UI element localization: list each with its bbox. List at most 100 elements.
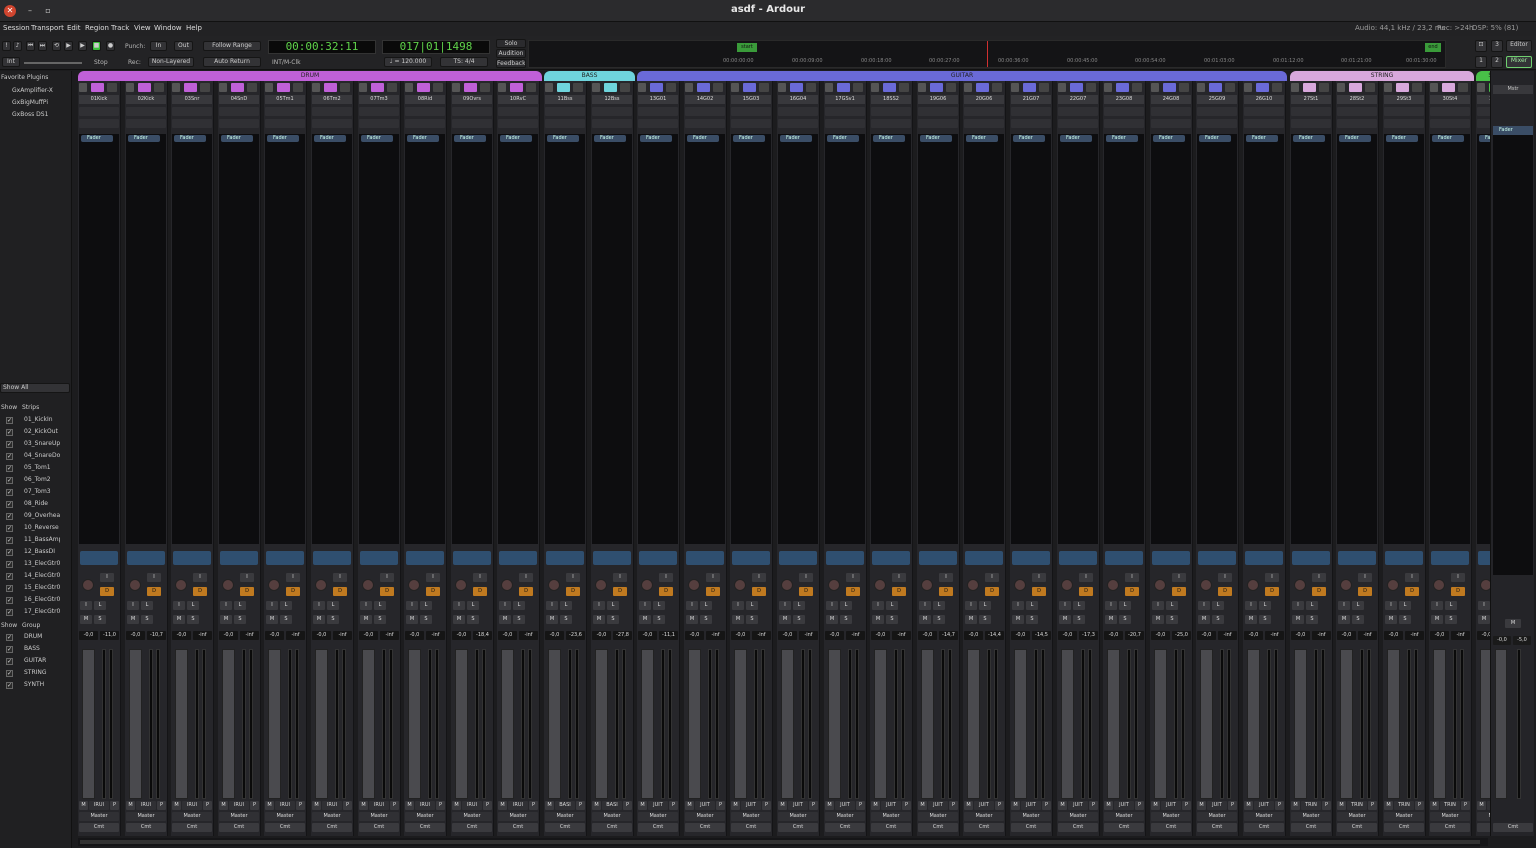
panner[interactable] [593, 551, 631, 565]
comment-button[interactable]: Cmt [1384, 823, 1424, 832]
record-arm-button[interactable] [837, 83, 850, 92]
processor-box[interactable] [1337, 134, 1377, 544]
port-button[interactable]: P [576, 801, 585, 810]
trim-knob[interactable] [175, 579, 187, 591]
panner[interactable] [220, 551, 258, 565]
gain-fader[interactable] [1247, 649, 1260, 799]
output-button[interactable]: JUIT [928, 801, 948, 810]
fader-plugin[interactable]: Fader [687, 135, 719, 142]
menu-edit[interactable]: Edit [67, 24, 81, 32]
lock-button[interactable]: L [234, 601, 246, 610]
input-button[interactable] [1384, 83, 1392, 92]
mute-button[interactable]: M [965, 615, 977, 624]
input-selector[interactable] [405, 107, 445, 116]
input-selector[interactable] [79, 107, 119, 116]
panner[interactable] [872, 551, 910, 565]
input-monitor-button[interactable]: I [1218, 573, 1232, 582]
phase-invert-button[interactable] [405, 119, 445, 128]
output-selector[interactable]: Master [918, 812, 958, 821]
strip-name-button[interactable]: 22G07 [1058, 95, 1098, 104]
solo-button[interactable]: S [1119, 615, 1131, 624]
fader-plugin[interactable]: Fader [454, 135, 486, 142]
strip-name-button[interactable]: 18SS2 [871, 95, 911, 104]
meter-point-button[interactable]: M [265, 801, 274, 810]
disk-monitor-button[interactable]: D [939, 587, 953, 596]
phase-invert-button[interactable] [1244, 119, 1284, 128]
strip-visible-checkbox[interactable]: ✓ [6, 537, 13, 544]
solo-button[interactable]: S [374, 615, 386, 624]
strip-list-item[interactable]: 05_Tom1 [24, 464, 60, 471]
lock-button[interactable]: L [513, 601, 525, 610]
gain-fader[interactable] [1107, 649, 1120, 799]
port-button[interactable]: P [716, 801, 725, 810]
input-selector[interactable] [1244, 107, 1284, 116]
disk-monitor-button[interactable]: D [1032, 587, 1046, 596]
input-button[interactable] [265, 83, 273, 92]
panner[interactable] [80, 551, 118, 565]
meter-point-button[interactable]: M [1430, 801, 1439, 810]
gain-fader[interactable] [1340, 649, 1353, 799]
record-arm-button[interactable] [138, 83, 151, 92]
input-monitor-button[interactable]: I [286, 573, 300, 582]
output-button[interactable]: IRUI [508, 801, 528, 810]
gain-fader[interactable] [129, 649, 142, 799]
gain-entry[interactable]: -0,0 [1337, 631, 1356, 640]
shuttle-slider[interactable] [24, 62, 82, 64]
input-monitor-button[interactable]: I [100, 573, 114, 582]
phase-invert-button[interactable] [79, 119, 119, 128]
fader-plugin[interactable]: Fader [128, 135, 160, 142]
loop-icon[interactable]: ⟲ [52, 41, 61, 51]
mixer-button[interactable]: Mixer [1506, 56, 1532, 68]
tempo-display[interactable]: ♩ = 120.000 [384, 57, 432, 67]
disk-monitor-button[interactable]: D [659, 587, 673, 596]
input-monitor-button[interactable]: I [985, 573, 999, 582]
panner[interactable] [127, 551, 165, 565]
fader-plugin[interactable]: Fader [81, 135, 113, 142]
time-signature-display[interactable]: TS: 4/4 [440, 57, 488, 67]
phase-button[interactable] [620, 83, 630, 92]
stop-icon[interactable]: ■ [92, 41, 101, 51]
solo-button[interactable]: S [1212, 615, 1224, 624]
trim-knob[interactable] [408, 579, 420, 591]
group-list-item[interactable]: DRUM [24, 633, 42, 640]
output-selector[interactable]: Master [79, 812, 119, 821]
record-arm-button[interactable] [1396, 83, 1409, 92]
trim-knob[interactable] [1433, 579, 1445, 591]
monitor-input-button[interactable]: I [1152, 601, 1164, 610]
output-button[interactable]: IRUI [322, 801, 342, 810]
phase-invert-button[interactable] [918, 119, 958, 128]
comment-button[interactable]: Cmt [498, 823, 538, 832]
input-monitor-button[interactable]: I [752, 573, 766, 582]
output-selector[interactable]: Master [964, 812, 1004, 821]
mute-button[interactable]: M [639, 615, 651, 624]
panner[interactable] [1198, 551, 1236, 565]
fader-plugin[interactable]: Fader [1153, 135, 1185, 142]
strip-name-button[interactable]: 12Bss [592, 95, 632, 104]
solo-button[interactable]: S [560, 615, 572, 624]
comment-button[interactable]: Cmt [964, 823, 1004, 832]
mute-button[interactable]: M [732, 615, 744, 624]
feedback-indicator[interactable]: Feedback [496, 59, 526, 68]
fader-plugin[interactable]: Fader [361, 135, 393, 142]
gain-fader[interactable] [1387, 649, 1400, 799]
phase-invert-button[interactable] [545, 119, 585, 128]
panner[interactable] [779, 551, 817, 565]
lock-button[interactable]: L [840, 601, 852, 610]
meter-point-button[interactable]: M [79, 801, 88, 810]
comment-button[interactable]: Cmt [638, 823, 678, 832]
input-selector[interactable] [918, 107, 958, 116]
disk-monitor-button[interactable]: D [240, 587, 254, 596]
input-selector[interactable] [359, 107, 399, 116]
input-selector[interactable] [638, 107, 678, 116]
output-selector[interactable]: Master [1011, 812, 1051, 821]
panner[interactable] [266, 551, 304, 565]
record-icon[interactable]: ● [106, 41, 115, 51]
input-button[interactable] [405, 83, 413, 92]
comment-button[interactable]: Cmt [1197, 823, 1237, 832]
input-selector[interactable] [498, 107, 538, 116]
comment-button[interactable]: Cmt [172, 823, 212, 832]
phase-button[interactable] [899, 83, 909, 92]
solo-button[interactable]: S [327, 615, 339, 624]
processor-box[interactable] [592, 134, 632, 544]
monitor-input-button[interactable]: I [1105, 601, 1117, 610]
